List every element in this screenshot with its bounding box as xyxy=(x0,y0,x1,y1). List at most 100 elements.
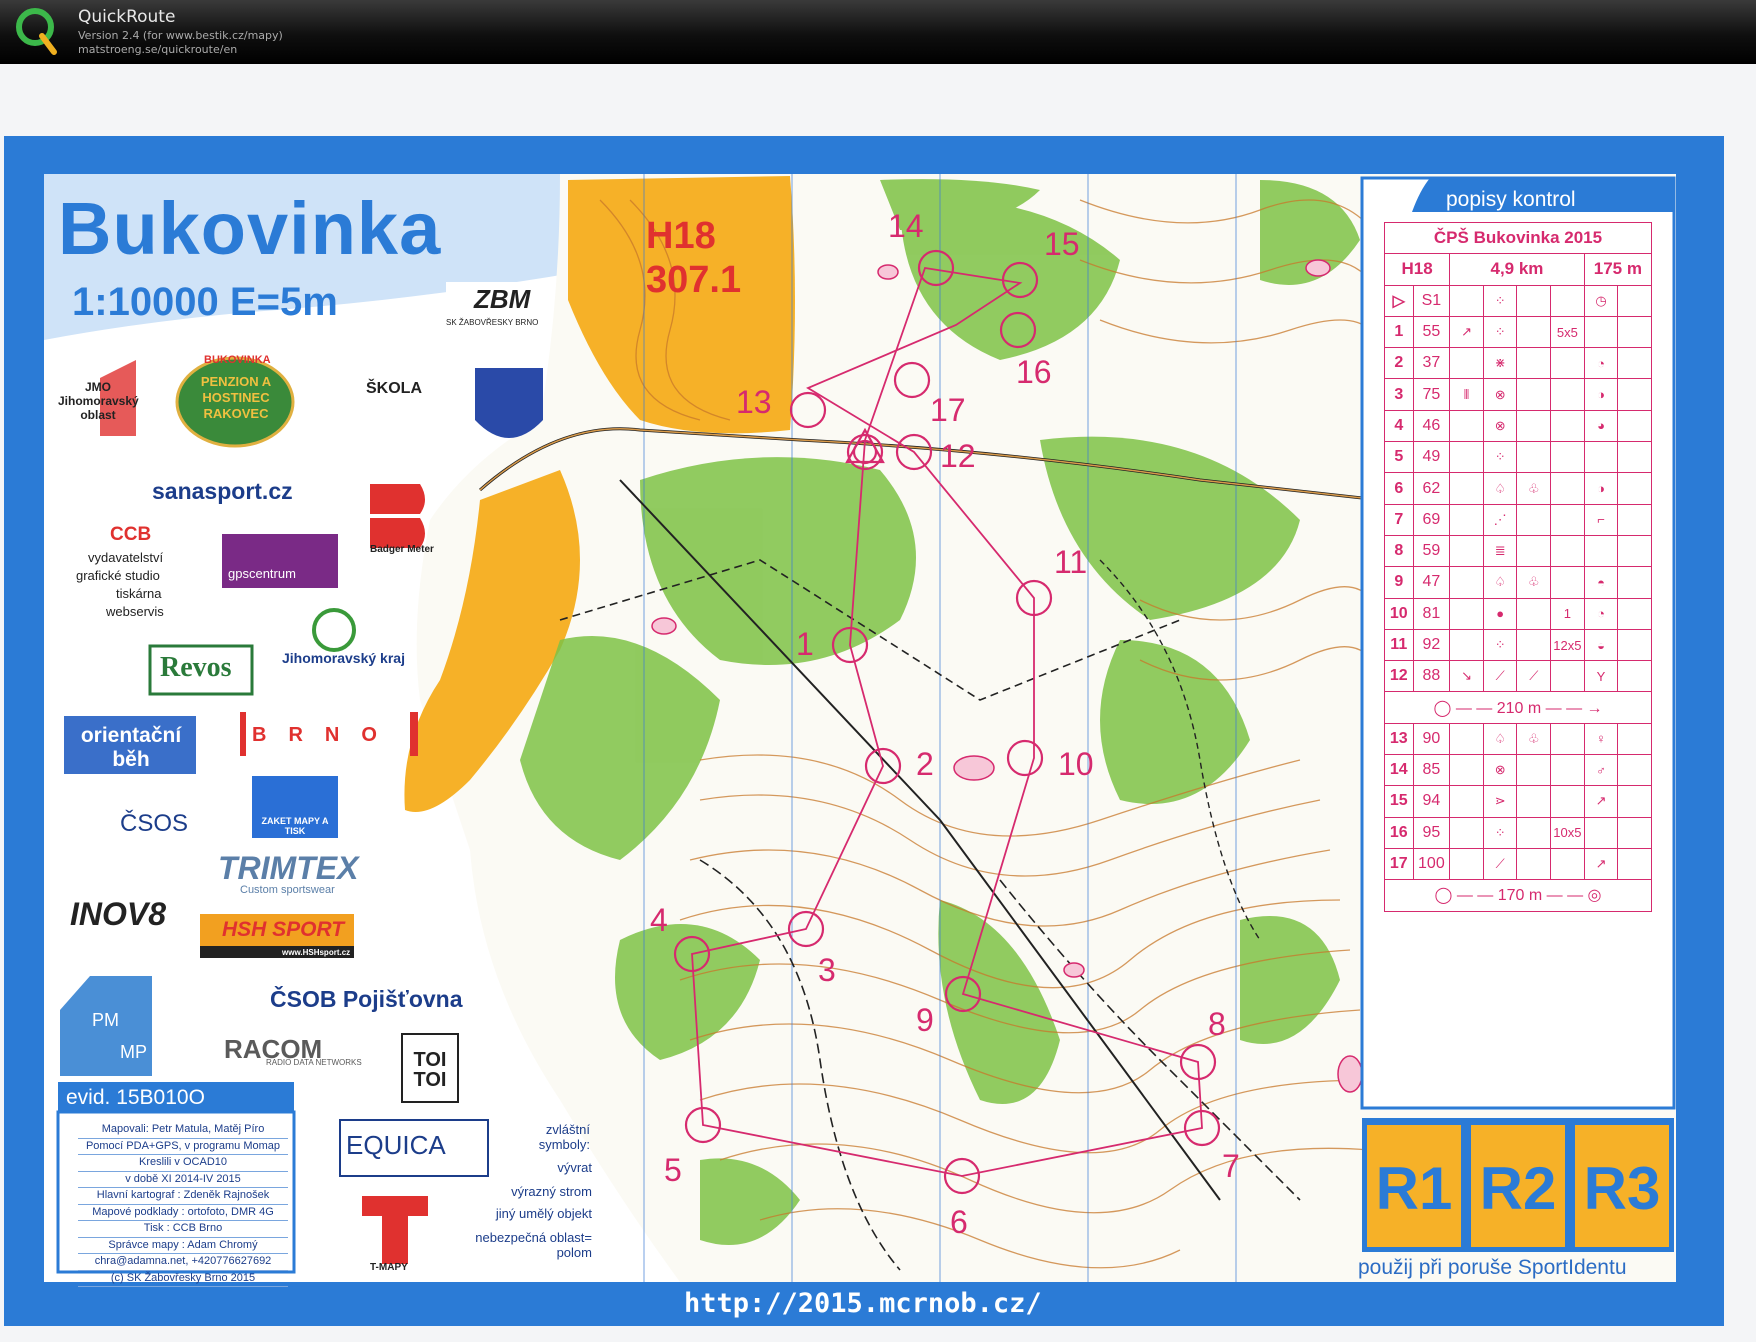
equica-text: EQUICA xyxy=(346,1130,446,1160)
penzion-text: PENZION A HOSTINEC RAKOVEC xyxy=(200,374,272,421)
course-number: 307.1 xyxy=(646,259,742,301)
symbol-vyvrat: vývrat xyxy=(557,1160,592,1175)
side-icon: ◒ xyxy=(1583,628,1619,662)
event-url[interactable]: http://2015.mcrnob.cz/ xyxy=(684,1288,1042,1319)
control-code: 59 xyxy=(1412,534,1451,568)
brno-logo-bar1 xyxy=(240,712,246,756)
course-label-4: 4 xyxy=(650,902,668,938)
description-panel-title: popisy kontrol xyxy=(1446,188,1576,211)
tree-icon: ♤ xyxy=(1482,566,1518,599)
control-code: 81 xyxy=(1412,597,1451,630)
course-label-17: 17 xyxy=(930,392,966,428)
ccb-line1: vydavatelství xyxy=(88,550,164,565)
ccb-logo: CCB xyxy=(110,524,152,545)
credit-line: Pomocí PDA+GPS, v programu Momap xyxy=(78,1139,288,1155)
control-code: 69 xyxy=(1412,503,1451,536)
hsh-text: HSH SPORT xyxy=(222,918,345,941)
backup-box-r2: R2 xyxy=(1468,1122,1568,1250)
jmk-text: Jihomoravský kraj xyxy=(282,650,405,666)
app-url: matstroeng.se/quickroute/en xyxy=(78,43,238,56)
side-icon: ◔ xyxy=(1583,347,1619,380)
control-code: 55 xyxy=(1412,315,1451,349)
path-icon: ⟋ xyxy=(1482,847,1518,881)
sportident-note: použij při poruše SportIdentu xyxy=(1358,1256,1627,1279)
table-row: 10 81 ● 1 ◔ xyxy=(1384,597,1652,630)
start-triangle-icon: ▷ xyxy=(1384,284,1414,317)
pm-text: PM xyxy=(92,1010,119,1030)
reentrant-icon: ⋗ xyxy=(1482,785,1518,818)
credit-line: Mapovali: Petr Matula, Matěj Píro xyxy=(78,1122,288,1139)
evid-label: evid. 15B010O xyxy=(66,1086,205,1109)
ccb-line2: grafické studio xyxy=(76,568,160,583)
control-code: 92 xyxy=(1412,628,1451,662)
gpscentrum-text: gpscentrum xyxy=(228,566,296,581)
course-label-7: 7 xyxy=(1222,1148,1240,1184)
dotted-circle-icon: ⁘ xyxy=(1482,816,1518,849)
control-dimension: 5x5 xyxy=(1550,315,1585,349)
marked-route-1: ◯ — — 210 m — — → xyxy=(1384,691,1652,724)
zbm-text: ZBM xyxy=(474,284,531,314)
quickroute-logo-icon xyxy=(16,8,57,55)
table-row: 2 37 ⋇ ◔ xyxy=(1384,347,1652,380)
map-title: Bukovinka xyxy=(58,187,442,270)
dotted-circle-icon: ⁘ xyxy=(1482,315,1518,349)
zaket-text: ZAKET MAPY A TISK xyxy=(261,816,329,836)
control-code: 62 xyxy=(1412,472,1451,505)
zbm-sub: SK ŽABOVŘESKY BRNO xyxy=(446,318,539,327)
credit-line: Mapové podklady : ortofoto, DMR 4G xyxy=(78,1205,288,1221)
rootstock-icon: ⊗ xyxy=(1482,378,1518,411)
control-num: 1 xyxy=(1384,315,1414,349)
map-credits: Mapovali: Petr Matula, Matěj Píro Pomocí… xyxy=(78,1122,288,1287)
course-label-11: 11 xyxy=(1054,544,1088,580)
course-label-3: 3 xyxy=(818,952,836,988)
course-climb: 175 m xyxy=(1583,253,1653,286)
map-scale: 1:10000 E=5m xyxy=(72,280,338,324)
credit-line: Tisk : CCB Brno xyxy=(78,1221,288,1238)
dotted-circle-icon: ⁘ xyxy=(1482,284,1518,317)
csob-text: ČSOB Pojišťovna xyxy=(270,986,463,1012)
control-description-table: ČPŠ Bukovinka 2015 H18 4,9 km 175 m ▷ S1… xyxy=(1383,221,1653,912)
skola-text: ŠKOLA xyxy=(366,380,422,397)
table-row: 12 88 ↘ ⟋ ⟋ Y xyxy=(1384,660,1652,693)
control-num: 10 xyxy=(1384,597,1414,630)
side-icon: ◑ xyxy=(1583,472,1619,505)
table-row: 8 59 ≣ xyxy=(1384,534,1652,568)
credit-line: chra@adamna.net, +420776627692 xyxy=(78,1254,288,1271)
course-id: H18 307.1 xyxy=(646,214,741,302)
table-row: 1 55 ↗ ⁘ 5x5 xyxy=(1384,315,1652,349)
arrow-se-icon: ↘ xyxy=(1449,660,1484,693)
control-code: 94 xyxy=(1412,785,1451,818)
course-label-13: 13 xyxy=(736,384,772,420)
side-icon: ◓ xyxy=(1583,566,1619,599)
course-label-2: 2 xyxy=(916,746,934,782)
table-row: 6 62 ♤ ♧ ◑ xyxy=(1384,472,1652,505)
symbol-strom: výrazný strom xyxy=(511,1184,592,1199)
between-icon: ⦀ xyxy=(1449,378,1484,411)
trimtex-sub: Custom sportswear xyxy=(240,884,335,896)
class-name: H18 xyxy=(1383,253,1451,286)
dotted-circle-icon: ⁘ xyxy=(1482,628,1518,662)
backup-box-r3: R3 xyxy=(1572,1122,1672,1250)
corner-icon: ↗ xyxy=(1583,785,1619,818)
control-num: 8 xyxy=(1384,534,1414,568)
marked-route-row: ◯ — — 170 m — — ◎ xyxy=(1384,879,1652,912)
corner-icon: ⌐ xyxy=(1583,503,1619,536)
brno-text: BRNO xyxy=(252,724,399,746)
control-num: 7 xyxy=(1384,503,1414,536)
deciduous-tree-icon: ♧ xyxy=(1516,722,1552,756)
jmo-text: JMO Jihomoravský oblast xyxy=(58,380,139,422)
start-row: ▷ S1 ⁘ ◷ xyxy=(1384,284,1652,317)
table-row: 4 46 ⊗ ◕ xyxy=(1384,409,1652,443)
side-icon: ◕ xyxy=(1583,409,1619,443)
special-symbols-title: zvláštní symboly: xyxy=(538,1122,590,1152)
side-icon: ◑ xyxy=(1583,378,1619,411)
table-row: 9 47 ♤ ♧ ◓ xyxy=(1384,566,1652,599)
marked-route-2: ◯ — — 170 m — — ◎ xyxy=(1384,879,1652,912)
side-icon: ◔ xyxy=(1583,597,1619,630)
control-dimension: 1 xyxy=(1550,597,1585,630)
inov8-text: INOV8 xyxy=(70,896,167,932)
trimtex-text: TRIMTEX xyxy=(218,850,359,886)
course-label-15: 15 xyxy=(1044,226,1080,262)
side-icon: ♀ xyxy=(1583,722,1619,756)
course-label-9: 9 xyxy=(916,1002,934,1038)
